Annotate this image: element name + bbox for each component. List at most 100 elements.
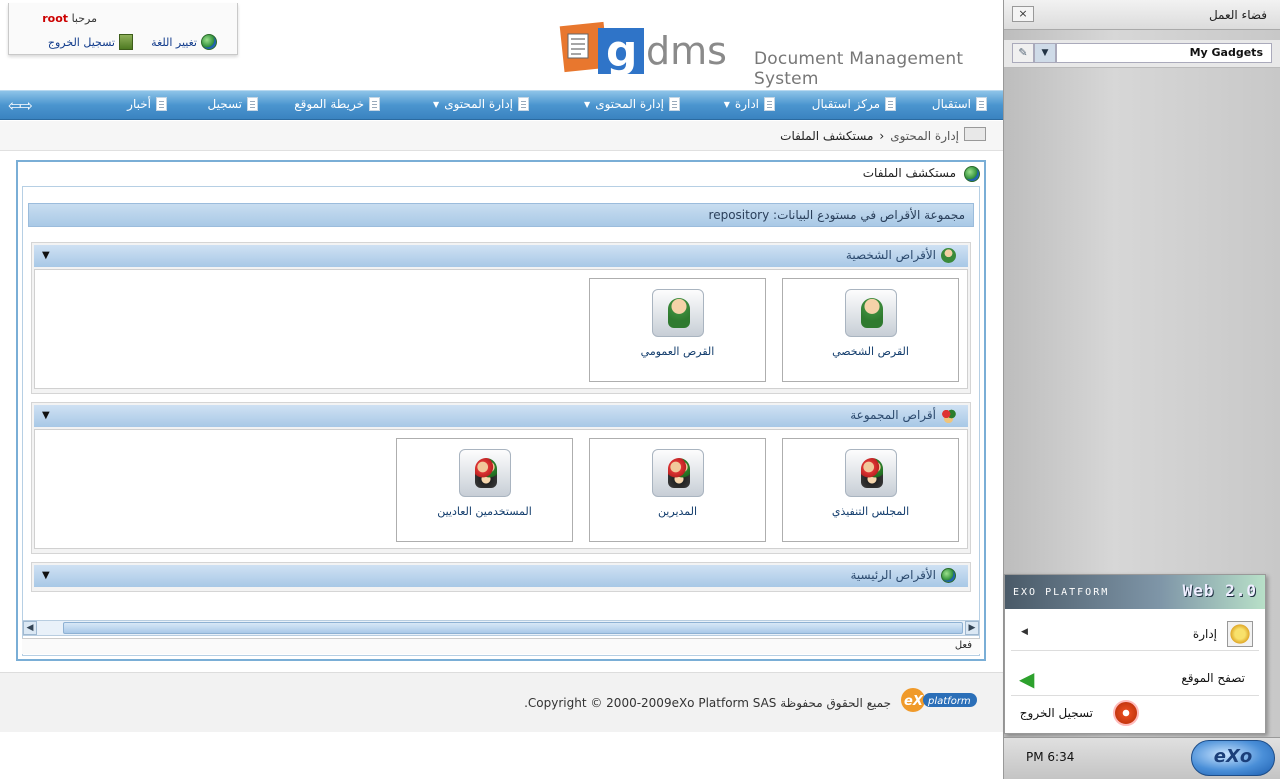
repository-header: مجموعة الأقراص في مستودع البيانات: repos… bbox=[28, 203, 974, 227]
breadcrumb-parent[interactable]: إدارة المحتوى bbox=[890, 129, 959, 143]
clock: PM 6:34 bbox=[1026, 750, 1075, 764]
drive-label: القرص العمومي bbox=[640, 345, 715, 358]
nav-label: استقبال bbox=[931, 97, 971, 111]
group-title: أقراص المجموعة bbox=[850, 408, 936, 422]
personal-drive-icon bbox=[845, 289, 897, 337]
nav-item-news[interactable]: أخبار bbox=[127, 97, 167, 111]
gear-icon bbox=[1227, 621, 1253, 647]
nav-label: تسجيل bbox=[207, 97, 243, 111]
svg-text:eX: eX bbox=[904, 694, 924, 709]
nav-item-reception-center[interactable]: مركز استقبال bbox=[812, 97, 896, 111]
nav-label: إدارة المحتوى bbox=[595, 97, 664, 111]
start-menu-browse-site[interactable]: تصفح الموقع ◀ bbox=[1011, 661, 1259, 695]
nav-label: مركز استقبال bbox=[811, 97, 880, 111]
drive-personal[interactable]: القرص الشخصي bbox=[782, 278, 959, 382]
page-icon bbox=[976, 97, 987, 111]
nav-item-sitemap[interactable]: خريطة الموقع bbox=[294, 97, 380, 111]
page-icon bbox=[247, 97, 258, 111]
drive-regular-users[interactable]: المستخدمين العاديين bbox=[396, 438, 573, 542]
start-menu-admin[interactable]: إدارة ◀ bbox=[1011, 617, 1259, 651]
user-name: root bbox=[42, 12, 69, 25]
drive-executive-board[interactable]: المجلس التنفيذي bbox=[782, 438, 959, 542]
group-drive-icon bbox=[459, 449, 511, 497]
breadcrumb-current: مستكشف الملفات bbox=[780, 129, 874, 143]
scrollbar-thumb[interactable] bbox=[63, 622, 963, 634]
repository-title: مجموعة الأقراص في مستودع البيانات: repos… bbox=[708, 208, 965, 222]
nav-item-content-management-1[interactable]: إدارة المحتوى ▼ bbox=[584, 97, 680, 111]
chevron-left-icon: ◀ bbox=[1021, 627, 1028, 637]
users-group-icon bbox=[941, 408, 956, 423]
group-header[interactable]: الأقراص الشخصية ▼ bbox=[34, 245, 968, 267]
page-header: مرحبا root تغيير اللغة تسجيل الخروج g dm… bbox=[0, 0, 1003, 90]
drive-managers[interactable]: المديرين bbox=[589, 438, 766, 542]
logout-link[interactable]: تسجيل الخروج bbox=[48, 34, 133, 50]
change-language-link[interactable]: تغيير اللغة bbox=[151, 34, 217, 50]
welcome-label: مرحبا bbox=[71, 12, 97, 25]
start-menu: EXO PLATFORM Web 2.0 إدارة ◀ تصفح الموقع… bbox=[1004, 574, 1266, 734]
group-title: الأقراص الرئيسية bbox=[850, 568, 936, 582]
nav-item-content-management-2[interactable]: إدارة المحتوى ▼ bbox=[433, 97, 529, 111]
page-icon bbox=[518, 97, 529, 111]
logout-label: تسجيل الخروج bbox=[47, 35, 115, 49]
wrench-icon[interactable]: ✎ bbox=[1012, 43, 1034, 63]
group-title: الأقراص الشخصية bbox=[845, 248, 936, 262]
nav-scroll-arrows-icon[interactable]: ⇦⇨ bbox=[8, 96, 33, 115]
exo-start-button[interactable]: eXo bbox=[1191, 740, 1275, 776]
power-icon bbox=[1113, 700, 1139, 726]
breadcrumb-separator-icon: ‹ bbox=[879, 129, 885, 143]
group-header[interactable]: الأقراص الرئيسية ▼ bbox=[34, 565, 968, 587]
status-bar: فعل bbox=[22, 638, 980, 654]
breadcrumb: إدارة المحتوى ‹ مستكشف الملفات bbox=[0, 121, 1003, 151]
banner-brand: EXO PLATFORM bbox=[1013, 587, 1110, 598]
group-drive-icon bbox=[845, 449, 897, 497]
gadget-select[interactable]: My Gadgets bbox=[1056, 43, 1272, 63]
folder-icon bbox=[964, 127, 986, 141]
page-icon bbox=[669, 97, 680, 111]
portlet-title: مستكشف الملفات bbox=[862, 166, 956, 180]
group-drives-group: أقراص المجموعة ▼ المجلس التنفيذي المديري… bbox=[31, 402, 971, 554]
nav-item-register[interactable]: تسجيل bbox=[207, 97, 258, 111]
chevron-down-icon[interactable]: ▼ bbox=[1034, 43, 1056, 63]
nav-label: إدارة المحتوى bbox=[444, 97, 513, 111]
svg-text:g: g bbox=[606, 26, 638, 77]
drive-public[interactable]: القرص العمومي bbox=[589, 278, 766, 382]
page-icon bbox=[156, 97, 167, 111]
page-icon bbox=[764, 97, 775, 111]
close-icon[interactable]: × bbox=[1012, 6, 1034, 22]
portal-area: مرحبا root تغيير اللغة تسجيل الخروج g dm… bbox=[0, 0, 1003, 779]
start-menu-banner: EXO PLATFORM Web 2.0 bbox=[1005, 575, 1265, 609]
drive-label: المجلس التنفيذي bbox=[831, 505, 910, 518]
drive-label: المديرين bbox=[657, 505, 698, 518]
group-drive-icon bbox=[652, 449, 704, 497]
main-drives-group: الأقراص الرئيسية ▼ bbox=[31, 562, 971, 592]
exo-platform-logo: eX platform bbox=[901, 688, 977, 712]
page-footer: eX platform جميع الحقوق محفوظة Copyright… bbox=[0, 672, 1003, 732]
chevron-down-icon: ▼ bbox=[433, 99, 440, 109]
gadget-toolbar: ✎ ▼ My Gadgets bbox=[1004, 40, 1280, 68]
public-drive-icon bbox=[652, 289, 704, 337]
scroll-left-icon[interactable]: ◀ bbox=[23, 621, 37, 635]
start-menu-logout[interactable]: تسجيل الخروج bbox=[1011, 695, 1259, 729]
arrow-left-icon: ◀ bbox=[1019, 667, 1035, 691]
collapse-toggle-icon[interactable]: ▼ bbox=[42, 570, 50, 581]
drive-label: القرص الشخصي bbox=[832, 345, 909, 358]
svg-text:platform: platform bbox=[927, 696, 971, 707]
svg-text:dms: dms bbox=[646, 29, 727, 73]
globe-icon bbox=[941, 568, 956, 583]
nav-label: خريطة الموقع bbox=[294, 97, 364, 111]
horizontal-scrollbar[interactable]: ◀ ▶ bbox=[22, 620, 980, 636]
change-language-label: تغيير اللغة bbox=[151, 35, 197, 49]
user-toolbar: مرحبا root تغيير اللغة تسجيل الخروج bbox=[8, 3, 238, 55]
nav-label: ادارة bbox=[734, 97, 759, 111]
gdms-logo: g dms bbox=[559, 21, 727, 77]
nav-item-administration[interactable]: ادارة ▼ bbox=[724, 97, 775, 111]
globe-icon bbox=[964, 166, 980, 182]
status-text: فعل bbox=[954, 640, 972, 651]
collapse-toggle-icon[interactable]: ▼ bbox=[42, 410, 50, 421]
nav-item-home[interactable]: استقبال bbox=[932, 97, 987, 111]
start-menu-label: إدارة bbox=[1192, 627, 1217, 641]
group-header[interactable]: أقراص المجموعة ▼ bbox=[34, 405, 968, 427]
chevron-down-icon: ▼ bbox=[584, 99, 591, 109]
scroll-right-icon[interactable]: ▶ bbox=[965, 621, 979, 635]
collapse-toggle-icon[interactable]: ▼ bbox=[42, 250, 50, 261]
